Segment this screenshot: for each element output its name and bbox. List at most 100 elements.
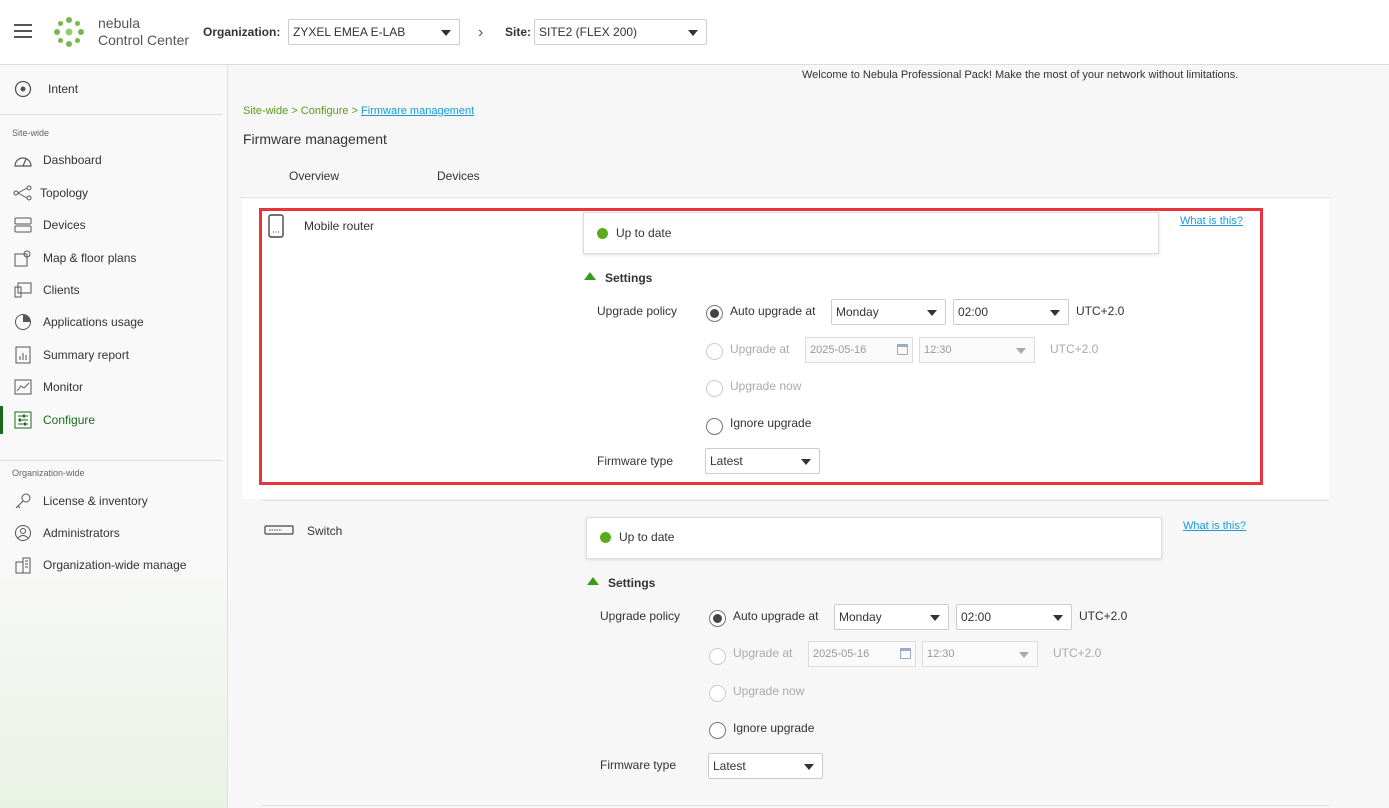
report-icon (13, 345, 33, 365)
sidebar-item-clients[interactable]: Clients (0, 276, 227, 304)
sidebar-item-label: Intent (48, 82, 79, 96)
breadcrumb: Site-wide > Configure > Firmware managem… (243, 105, 474, 117)
timezone-label: UTC+2.0 (1053, 646, 1102, 660)
auto-upgrade-radio[interactable] (706, 305, 723, 322)
firmware-type-select[interactable]: Latest (705, 448, 820, 474)
sidebar-item-org-wide-manage[interactable]: Organization-wide manage (0, 551, 227, 579)
firmware-type-value: Latest (713, 759, 746, 773)
upgrade-at-radio[interactable] (706, 343, 723, 360)
device-name: Switch (307, 524, 343, 538)
settings-toggle[interactable]: Settings (608, 576, 655, 590)
devices-icon (13, 215, 33, 235)
sidebar-item-summary-report[interactable]: Summary report (0, 341, 227, 369)
auto-upgrade-day-select[interactable]: Monday (831, 299, 946, 325)
chevron-down-icon (1019, 652, 1029, 658)
upgrade-now-radio[interactable] (709, 685, 726, 702)
sidebar-item-devices[interactable]: Devices (0, 211, 227, 239)
what-is-this-link[interactable]: What is this? (1183, 520, 1246, 532)
sidebar-item-configure[interactable]: Configure (0, 406, 227, 434)
firmware-type-label: Firmware type (597, 454, 674, 468)
ignore-upgrade-radio[interactable] (706, 418, 723, 435)
what-is-this-link[interactable]: What is this? (1180, 215, 1243, 227)
upgrade-time-select[interactable]: 12:30 (922, 641, 1038, 667)
key-icon (13, 491, 33, 511)
firmware-type-value: Latest (710, 454, 743, 468)
card-divider (262, 500, 1329, 501)
ignore-upgrade-radio[interactable] (709, 722, 726, 739)
firmware-type-label: Firmware type (600, 758, 677, 772)
upgrade-date-input[interactable]: 2025-05-16 (805, 337, 913, 363)
topology-icon (13, 183, 33, 203)
chevron-down-icon (927, 310, 937, 316)
sidebar-item-label: Organization-wide manage (43, 558, 187, 572)
site-select[interactable]: SITE2 (FLEX 200) (534, 19, 707, 45)
day-value: Monday (836, 305, 879, 319)
sidebar-item-label: Clients (43, 283, 80, 297)
tab-devices[interactable]: Devices (437, 169, 480, 183)
upgrade-date-value: 2025-05-16 (813, 648, 870, 660)
sidebar-item-monitor[interactable]: Monitor (0, 373, 227, 401)
breadcrumb-site-wide[interactable]: Site-wide (243, 105, 288, 117)
sidebar-item-label: Configure (43, 413, 96, 427)
sidebar-item-label: License & inventory (43, 494, 148, 508)
upgrade-policy-label: Upgrade policy (597, 304, 678, 318)
chevron-down-icon (1050, 310, 1060, 316)
sidebar-item-map[interactable]: Map & floor plans (0, 244, 227, 272)
organization-select[interactable]: ZYXEL EMEA E-LAB (288, 19, 460, 45)
nebula-logo-icon (54, 17, 84, 47)
pie-chart-icon (13, 312, 33, 332)
auto-upgrade-time-select[interactable]: 02:00 (956, 604, 1072, 630)
sidebar-background-decoration (0, 548, 227, 808)
sidebar-item-dashboard[interactable]: Dashboard (0, 146, 227, 174)
tab-overview[interactable]: Overview (289, 169, 339, 183)
top-bar: nebula Control Center Organization: ZYXE… (0, 0, 1389, 65)
sidebar-item-topology[interactable]: Topology (0, 179, 227, 207)
chevron-down-icon (801, 459, 811, 465)
timezone-label: UTC+2.0 (1079, 609, 1128, 623)
auto-upgrade-radio[interactable] (709, 610, 726, 627)
sidebar-item-license-inventory[interactable]: License & inventory (0, 487, 227, 515)
breadcrumb-firmware-management[interactable]: Firmware management (361, 105, 474, 117)
section-label-site-wide: Site-wide (12, 128, 50, 138)
sidebar: Intent Site-wide Dashboard Topology Devi… (0, 65, 228, 808)
upgrade-time-value: 12:30 (927, 648, 955, 660)
page-title: Firmware management (243, 131, 387, 147)
welcome-banner: Welcome to Nebula Professional Pack! Mak… (802, 69, 1239, 81)
upgrade-date-value: 2025-05-16 (810, 344, 867, 356)
upgrade-now-label: Upgrade now (730, 379, 802, 393)
collapse-triangle-icon[interactable] (587, 577, 599, 585)
auto-upgrade-time-select[interactable]: 02:00 (953, 299, 1069, 325)
auto-upgrade-day-select[interactable]: Monday (834, 604, 949, 630)
breadcrumb-separator: > (348, 105, 362, 117)
sidebar-item-applications-usage[interactable]: Applications usage (0, 308, 227, 336)
ignore-upgrade-label: Ignore upgrade (730, 416, 812, 430)
hamburger-menu-icon[interactable] (14, 24, 32, 38)
chevron-down-icon (930, 615, 940, 621)
upgrade-time-value: 12:30 (924, 344, 952, 356)
mobile-router-icon (268, 214, 284, 238)
upgrade-date-input[interactable]: 2025-05-16 (808, 641, 916, 667)
chevron-down-icon (441, 30, 451, 36)
sidebar-item-intent[interactable]: Intent (0, 75, 227, 103)
device-name: Mobile router (304, 219, 375, 233)
upgrade-now-radio[interactable] (706, 380, 723, 397)
settings-toggle[interactable]: Settings (605, 271, 652, 285)
sidebar-item-label: Applications usage (43, 315, 144, 329)
divider (0, 114, 222, 115)
firmware-type-select[interactable]: Latest (708, 753, 823, 779)
calendar-icon (897, 344, 908, 355)
breadcrumb-configure[interactable]: Configure (301, 105, 349, 117)
monitor-icon (13, 377, 33, 397)
divider (0, 460, 222, 461)
site-label: Site: (505, 25, 532, 39)
logo-line-2: Control Center (98, 32, 190, 48)
timezone-label: UTC+2.0 (1076, 304, 1125, 318)
auto-upgrade-label: Auto upgrade at (730, 304, 816, 318)
upgrade-at-radio[interactable] (709, 648, 726, 665)
intent-icon (13, 79, 33, 99)
organization-label: Organization: (203, 25, 281, 39)
sidebar-item-administrators[interactable]: Administrators (0, 519, 227, 547)
admin-icon (13, 523, 33, 543)
collapse-triangle-icon[interactable] (584, 272, 596, 280)
upgrade-time-select[interactable]: 12:30 (919, 337, 1035, 363)
